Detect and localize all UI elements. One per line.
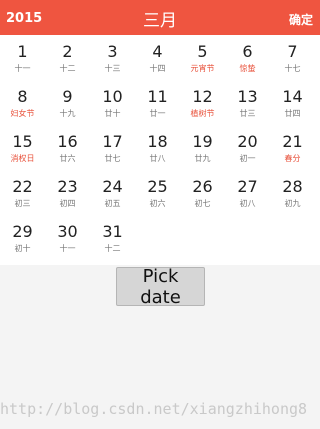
festival-label: 春分: [284, 154, 301, 163]
day-number: 15: [12, 132, 33, 151]
lunar-date-label: 初九: [284, 199, 301, 208]
calendar-day[interactable]: 9 十九: [45, 80, 90, 124]
lunar-date-label: 十一: [14, 64, 31, 73]
calendar-day[interactable]: 20 初一: [225, 125, 270, 169]
day-number: 21: [282, 132, 303, 151]
lunar-date-label: 初八: [239, 199, 256, 208]
calendar-day[interactable]: 24 初五: [90, 170, 135, 214]
lunar-date-label: 十二: [104, 244, 121, 253]
calendar-day[interactable]: 8 妇女节: [0, 80, 45, 124]
day-number: 9: [62, 87, 73, 106]
festival-label: 植树节: [190, 109, 215, 118]
lunar-date-label: 初四: [59, 199, 76, 208]
lunar-date-label: 廿十: [104, 109, 121, 118]
day-number: 24: [102, 177, 123, 196]
calendar-day[interactable]: 30 十一: [45, 215, 90, 259]
day-number: 26: [192, 177, 213, 196]
day-number: 17: [102, 132, 123, 151]
day-number: 7: [287, 42, 298, 61]
calendar-day[interactable]: 12 植树节: [180, 80, 225, 124]
calendar-day[interactable]: 11 廿一: [135, 80, 180, 124]
calendar-day[interactable]: 31 十二: [90, 215, 135, 259]
lunar-date-label: 廿七: [104, 154, 121, 163]
day-number: 14: [282, 87, 303, 106]
calendar-day[interactable]: 18 廿八: [135, 125, 180, 169]
calendar-day[interactable]: 1 十一: [0, 35, 45, 79]
lunar-date-label: 初一: [239, 154, 256, 163]
lunar-date-label: 十九: [59, 109, 76, 118]
day-number: 3: [107, 42, 118, 61]
lunar-date-label: 十二: [59, 64, 76, 73]
day-number: 22: [12, 177, 33, 196]
day-number: 19: [192, 132, 213, 151]
lunar-date-label: 初十: [14, 244, 31, 253]
day-number: 16: [57, 132, 78, 151]
calendar-day[interactable]: 10 廿十: [90, 80, 135, 124]
calendar-grid: 1 十一 2 十二 3 十三 4 十四 5 元宵节 6 惊蛰 7 十七 8 妇女节 9 十九 10 廿十 11 廿一 12 植…: [0, 35, 320, 265]
lunar-date-label: 初五: [104, 199, 121, 208]
day-number: 18: [147, 132, 168, 151]
calendar-day[interactable]: 28 初九: [270, 170, 315, 214]
day-number: 23: [57, 177, 78, 196]
calendar-day[interactable]: 2 十二: [45, 35, 90, 79]
watermark: http://blog.csdn.net/xiangzhihong8: [0, 400, 308, 418]
lunar-date-label: 廿四: [284, 109, 301, 118]
day-number: 12: [192, 87, 213, 106]
calendar-day[interactable]: 29 初十: [0, 215, 45, 259]
calendar-day[interactable]: 26 初七: [180, 170, 225, 214]
day-number: 31: [102, 222, 123, 241]
confirm-button[interactable]: 确定: [289, 11, 313, 28]
calendar-day[interactable]: 5 元宵节: [180, 35, 225, 79]
calendar-day[interactable]: 14 廿四: [270, 80, 315, 124]
day-number: 4: [152, 42, 163, 61]
calendar-day[interactable]: 23 初四: [45, 170, 90, 214]
day-number: 30: [57, 222, 78, 241]
day-number: 11: [147, 87, 168, 106]
festival-label: 妇女节: [10, 109, 35, 118]
calendar-day[interactable]: 3 十三: [90, 35, 135, 79]
day-number: 5: [197, 42, 208, 61]
date-picker-header: 2015 三月 确定: [0, 0, 320, 35]
lunar-date-label: 十三: [104, 64, 121, 73]
calendar-day[interactable]: 7 十七: [270, 35, 315, 79]
day-number: 25: [147, 177, 168, 196]
day-number: 1: [17, 42, 28, 61]
day-number: 2: [62, 42, 73, 61]
day-number: 20: [237, 132, 258, 151]
lunar-date-label: 廿八: [149, 154, 166, 163]
lunar-date-label: 廿一: [149, 109, 166, 118]
calendar-day[interactable]: 4 十四: [135, 35, 180, 79]
lunar-date-label: 廿三: [239, 109, 256, 118]
day-number: 27: [237, 177, 258, 196]
day-number: 28: [282, 177, 303, 196]
day-number: 8: [17, 87, 28, 106]
lunar-date-label: 廿九: [194, 154, 211, 163]
lunar-date-label: 初六: [149, 199, 166, 208]
calendar-day[interactable]: 15 消权日: [0, 125, 45, 169]
lunar-date-label: 初七: [194, 199, 211, 208]
calendar-day[interactable]: 27 初八: [225, 170, 270, 214]
lunar-date-label: 初三: [14, 199, 31, 208]
day-number: 10: [102, 87, 123, 106]
calendar-day[interactable]: 25 初六: [135, 170, 180, 214]
calendar-day[interactable]: 16 廿六: [45, 125, 90, 169]
lunar-date-label: 十七: [284, 64, 301, 73]
day-number: 6: [242, 42, 253, 61]
festival-label: 消权日: [10, 154, 35, 163]
festival-label: 元宵节: [190, 64, 215, 73]
day-number: 13: [237, 87, 258, 106]
calendar-day[interactable]: 13 廿三: [225, 80, 270, 124]
pick-date-button[interactable]: Pick date: [116, 266, 205, 308]
day-number: 29: [12, 222, 33, 241]
calendar-day[interactable]: 19 廿九: [180, 125, 225, 169]
calendar-day[interactable]: 21 春分: [270, 125, 315, 169]
calendar-day[interactable]: 6 惊蛰: [225, 35, 270, 79]
lunar-date-label: 廿六: [59, 154, 76, 163]
month-title: 三月: [143, 11, 177, 31]
lunar-date-label: 十一: [59, 244, 76, 253]
calendar-day[interactable]: 17 廿七: [90, 125, 135, 169]
lunar-date-label: 十四: [149, 64, 166, 73]
festival-label: 惊蛰: [239, 64, 256, 73]
calendar-day[interactable]: 22 初三: [0, 170, 45, 214]
